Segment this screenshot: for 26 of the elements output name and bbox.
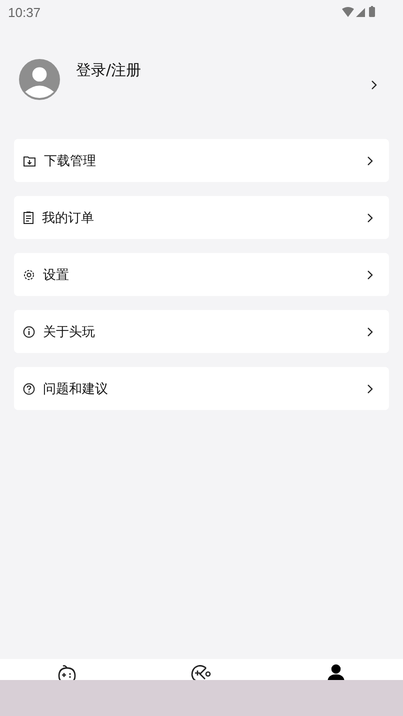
menu-item[interactable]: 我的订单	[14, 196, 389, 239]
menu-item[interactable]: 设置	[14, 253, 389, 296]
avatar-icon	[19, 58, 60, 100]
status-icons	[342, 6, 378, 18]
help-icon	[23, 382, 35, 394]
chevron-icon	[367, 212, 373, 222]
info-icon	[23, 326, 35, 338]
clipboard-icon	[23, 211, 34, 224]
status-time: 10:37	[8, 4, 41, 20]
chevron-icon	[371, 80, 377, 90]
settings-icon	[23, 268, 35, 280]
chevron-icon	[367, 326, 373, 336]
login-label: 登录/注册	[76, 61, 142, 80]
menu-item[interactable]: 关于头玩	[14, 310, 389, 353]
menu-label: 关于头玩	[43, 324, 96, 340]
menu-item[interactable]: 问题和建议	[14, 367, 389, 410]
menu-label: 我的订单	[42, 210, 95, 226]
menu-item[interactable]: 下载管理	[14, 139, 389, 182]
chevron-icon	[367, 384, 373, 394]
menu-label: 设置	[43, 266, 70, 284]
chevron-icon	[367, 270, 373, 280]
folder-download-icon	[23, 154, 36, 166]
chevron-icon	[367, 156, 373, 166]
menu-label: 下载管理	[44, 152, 97, 170]
menu-label: 问题和建议	[43, 380, 109, 398]
profile-row[interactable]: 登录/注册	[0, 58, 403, 100]
